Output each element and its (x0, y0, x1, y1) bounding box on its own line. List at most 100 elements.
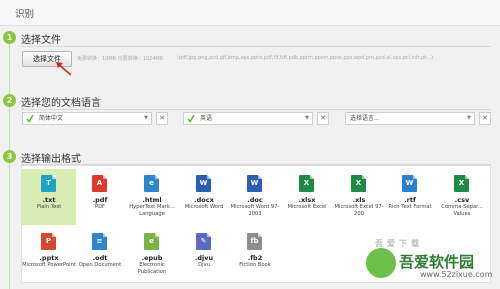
format-description: Rich Text Format (388, 204, 432, 210)
language-select-2-value: 英语 (200, 115, 213, 122)
step-2-title: 选择您的文档语言 (21, 98, 101, 109)
format-extension: .docx (194, 196, 214, 204)
icon-glyph: ≡ (96, 237, 103, 245)
doc-icon: W (247, 175, 262, 192)
file-types-hint: (pdf,jpg,png,pcd,gif,bmp,eps,pptx,pdf,ti… (177, 55, 434, 61)
docx-icon: W (196, 175, 211, 192)
format-option-xls[interactable]: X .xls Microsoft Excel 97-200 (332, 169, 386, 225)
format-extension: .html (142, 196, 162, 204)
icon-glyph: A (96, 179, 103, 187)
check-icon (187, 114, 195, 123)
header-bar: 识别 (0, 0, 500, 26)
step-1-circle: 1 (3, 31, 16, 44)
format-extension: .epub (141, 254, 163, 262)
djvu-icon: ✎ (196, 233, 211, 250)
format-description: Open Document (78, 262, 122, 268)
page-title: 识别 (15, 9, 35, 20)
format-extension: .pptx (39, 254, 59, 262)
watermark-url: www.52zixue.com (420, 270, 493, 279)
txt-icon: T (41, 175, 56, 192)
format-description: Comma-Separ... Values (441, 204, 483, 217)
format-option-odt[interactable]: ≡ .odt Open Document (73, 227, 127, 283)
icon-glyph: X (303, 179, 310, 187)
icon-glyph: W (250, 179, 259, 187)
pptx-icon: P (41, 233, 56, 250)
clear-language-1-button[interactable]: ✕ (156, 112, 168, 125)
format-extension: .xls (352, 196, 366, 204)
icon-glyph: e (149, 237, 154, 245)
xls-icon: X (351, 175, 366, 192)
format-description: Microsoft Word (184, 204, 224, 210)
icon-glyph: ✎ (200, 237, 207, 245)
icon-glyph: T (46, 179, 51, 187)
format-extension: .fb2 (247, 254, 263, 262)
format-option-csv[interactable]: X .csv Comma-Separ... Values (435, 169, 489, 225)
divider (21, 46, 491, 47)
format-description: Fiction Book (239, 262, 271, 268)
format-description: Microsoft PowerPoint (22, 262, 76, 268)
rtf-icon: W (402, 175, 417, 192)
csv-icon: X (454, 175, 469, 192)
format-description: Djvu (198, 262, 210, 268)
format-option-djvu[interactable]: ✎ .djvu Djvu (177, 227, 231, 283)
red-arrow-icon (56, 62, 72, 76)
icon-glyph: fb (250, 237, 259, 245)
clear-language-3-button[interactable]: ✕ (479, 112, 491, 125)
format-option-pptx[interactable]: P .pptx Microsoft PowerPoint (22, 227, 76, 283)
format-description: Microsoft Word 97-2003 (230, 204, 280, 217)
format-option-epub[interactable]: e .epub Electronic Publication (125, 227, 179, 283)
format-extension: .odt (92, 254, 108, 262)
format-extension: .rtf (404, 196, 416, 204)
format-extension: .djvu (194, 254, 214, 262)
format-option-rtf[interactable]: W .rtf Rich Text Format (383, 169, 437, 225)
chevron-down-icon: ▼ (467, 115, 471, 121)
watermark-brand: 吾爱软件园 (399, 253, 475, 271)
chevron-down-icon: ▼ (144, 115, 148, 121)
language-select-1-value: 简体中文 (39, 115, 64, 122)
format-option-pdf[interactable]: A .pdf PDF (73, 169, 127, 225)
format-description: PDF (94, 204, 106, 210)
xlsx-icon: X (299, 175, 314, 192)
icon-glyph: X (458, 179, 465, 187)
format-description: Plain Text (36, 204, 62, 210)
step-1-title: 选择文件 (21, 35, 61, 46)
format-extension: .doc (247, 196, 263, 204)
format-description: Electronic Publication (137, 262, 167, 275)
format-extension: .pdf (92, 196, 108, 204)
icon-glyph: W (199, 179, 208, 187)
format-extension: .txt (42, 196, 56, 204)
chevron-down-icon: ▼ (305, 115, 309, 121)
icon-glyph: P (45, 237, 52, 245)
format-option-xlsx[interactable]: X .xlsx Microsoft Excel (280, 169, 334, 225)
step-3-circle: 3 (3, 150, 16, 163)
icon-glyph: W (405, 179, 414, 187)
format-extension: .csv (454, 196, 470, 204)
language-select-1[interactable]: 简体中文 ▼ (22, 112, 152, 125)
format-extension: .xlsx (298, 196, 316, 204)
icon-glyph: X (355, 179, 362, 187)
format-option-doc[interactable]: W .doc Microsoft Word 97-2003 (228, 169, 282, 225)
language-select-3-placeholder: 选择语言... (350, 115, 380, 122)
check-icon (26, 114, 34, 123)
step-3-title: 选择输出格式 (21, 154, 81, 165)
file-size-hint: 免费转换：10MB 付费转换：1024MB (77, 56, 164, 62)
pdf-icon: A (92, 175, 107, 192)
format-description: HyperText Mark... Language (129, 204, 175, 217)
epub-icon: e (144, 233, 159, 250)
clear-language-2-button[interactable]: ✕ (317, 112, 329, 125)
fb2-icon: fb (247, 233, 262, 250)
divider (21, 109, 491, 110)
format-option-html[interactable]: e .html HyperText Mark... Language (125, 169, 179, 225)
format-description: Microsoft Excel (287, 204, 327, 210)
format-option-fb2[interactable]: fb .fb2 Fiction Book (228, 227, 282, 283)
icon-glyph: e (149, 179, 154, 187)
language-select-3[interactable]: 选择语言... ▼ (345, 112, 475, 125)
html-icon: e (144, 175, 159, 192)
language-select-2[interactable]: 英语 ▼ (183, 112, 313, 125)
format-option-docx[interactable]: W .docx Microsoft Word (177, 169, 231, 225)
format-description: Microsoft Excel 97-200 (334, 204, 384, 217)
odt-icon: ≡ (92, 233, 107, 250)
watermark-logo-icon (366, 248, 396, 278)
step-2-circle: 2 (3, 94, 16, 107)
format-option-txt[interactable]: T .txt Plain Text (22, 169, 76, 225)
